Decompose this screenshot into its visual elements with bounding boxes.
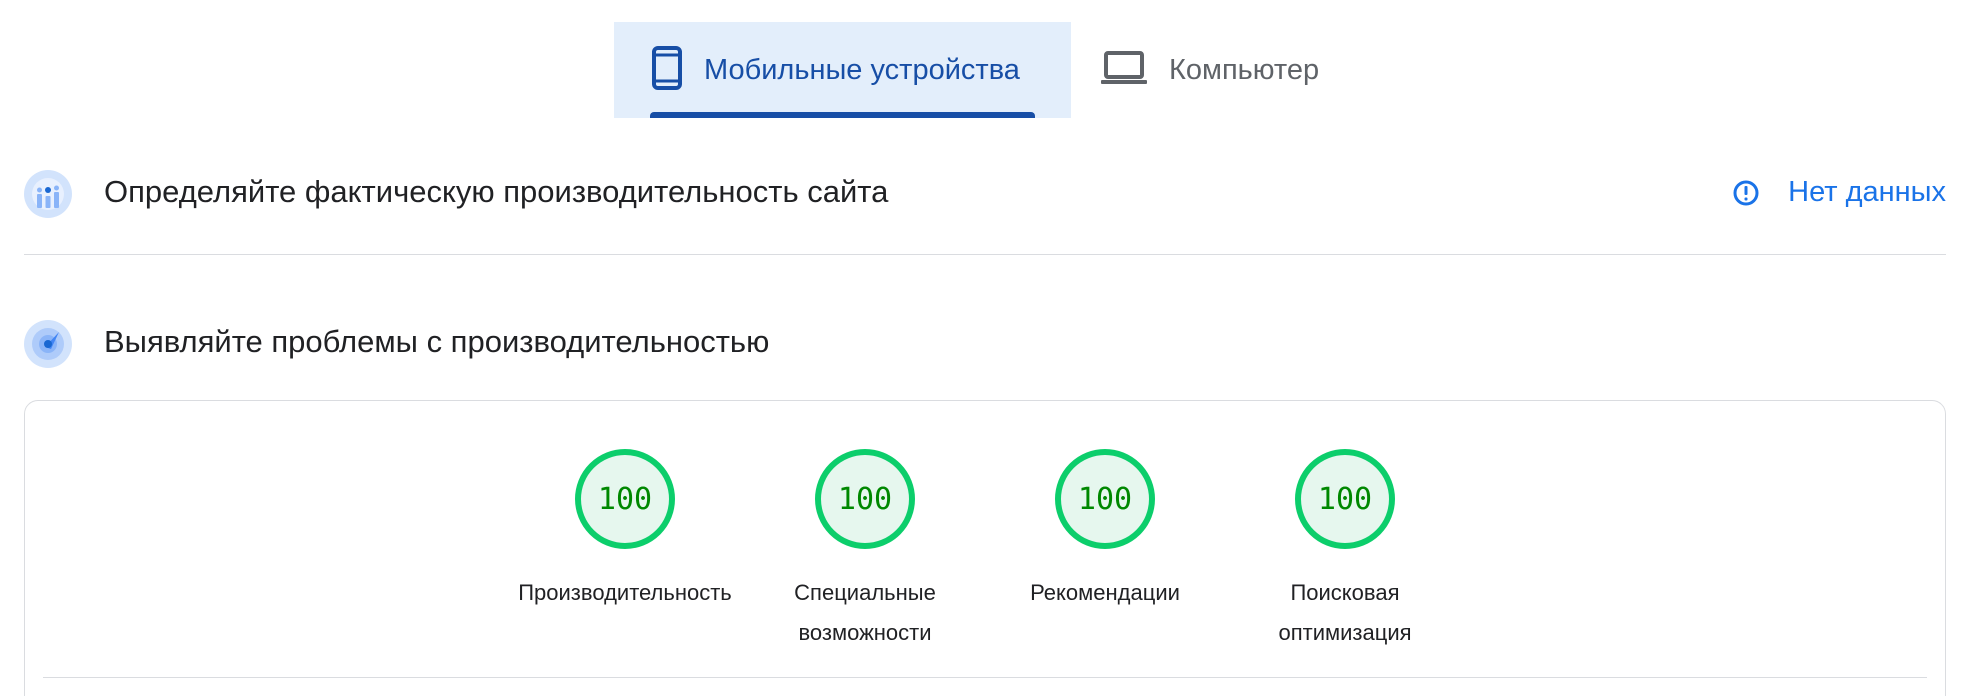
score-label-line: Рекомендации xyxy=(1030,580,1180,605)
crux-section-title: Определяйте фактическую производительнос… xyxy=(104,174,889,209)
gauge-seo: 100 Поисковая оптимизация xyxy=(1225,449,1465,653)
tab-mobile[interactable]: Мобильные устройства xyxy=(614,22,1071,118)
no-data-label: Нет данных xyxy=(1788,176,1946,208)
score-value: 100 xyxy=(1317,481,1373,517)
gauge-accessibility: 100 Специальные возможности xyxy=(745,449,985,653)
score-value: 100 xyxy=(597,481,653,517)
lighthouse-section-title: Выявляйте проблемы с производительностью xyxy=(104,324,770,359)
tab-desktop[interactable]: Компьютер xyxy=(1101,22,1341,118)
score-label: Поисковая оптимизация xyxy=(1225,573,1465,653)
smartphone-icon xyxy=(652,45,682,95)
score-label: Рекомендации xyxy=(985,573,1225,613)
score-label: Специальные возможности xyxy=(745,573,985,653)
card-divider xyxy=(43,677,1927,678)
score-circle[interactable]: 100 xyxy=(575,449,675,549)
gauge-best-practices: 100 Рекомендации xyxy=(985,449,1225,613)
score-label-line: оптимизация xyxy=(1278,620,1412,645)
tab-desktop-label: Компьютер xyxy=(1169,53,1320,86)
lighthouse-icon xyxy=(24,320,72,368)
laptop-icon xyxy=(1101,50,1147,90)
section-divider xyxy=(24,254,1946,255)
gauge-performance: 100 Производительность xyxy=(505,449,745,613)
info-icon xyxy=(1732,179,1760,207)
no-data-link[interactable]: Нет данных xyxy=(1732,176,1946,209)
score-value: 100 xyxy=(1077,481,1133,517)
score-label-line: Специальные xyxy=(794,580,936,605)
score-label: Производительность xyxy=(505,573,745,613)
score-label-line: Производительность xyxy=(518,580,732,605)
score-label-line: Поисковая xyxy=(1290,580,1400,605)
tab-selected-indicator xyxy=(650,112,1035,118)
score-circle[interactable]: 100 xyxy=(1295,449,1395,549)
tab-mobile-label: Мобильные устройства xyxy=(704,53,1020,86)
score-circle[interactable]: 100 xyxy=(815,449,915,549)
pagespeed-report: Мобильные устройства Компьютер Определяй… xyxy=(0,0,1972,696)
lighthouse-scores-card: 100 Производительность 100 Специальные в… xyxy=(24,400,1946,696)
score-label-line: возможности xyxy=(798,620,932,645)
field-data-icon xyxy=(24,170,72,218)
score-value: 100 xyxy=(837,481,893,517)
score-circle[interactable]: 100 xyxy=(1055,449,1155,549)
